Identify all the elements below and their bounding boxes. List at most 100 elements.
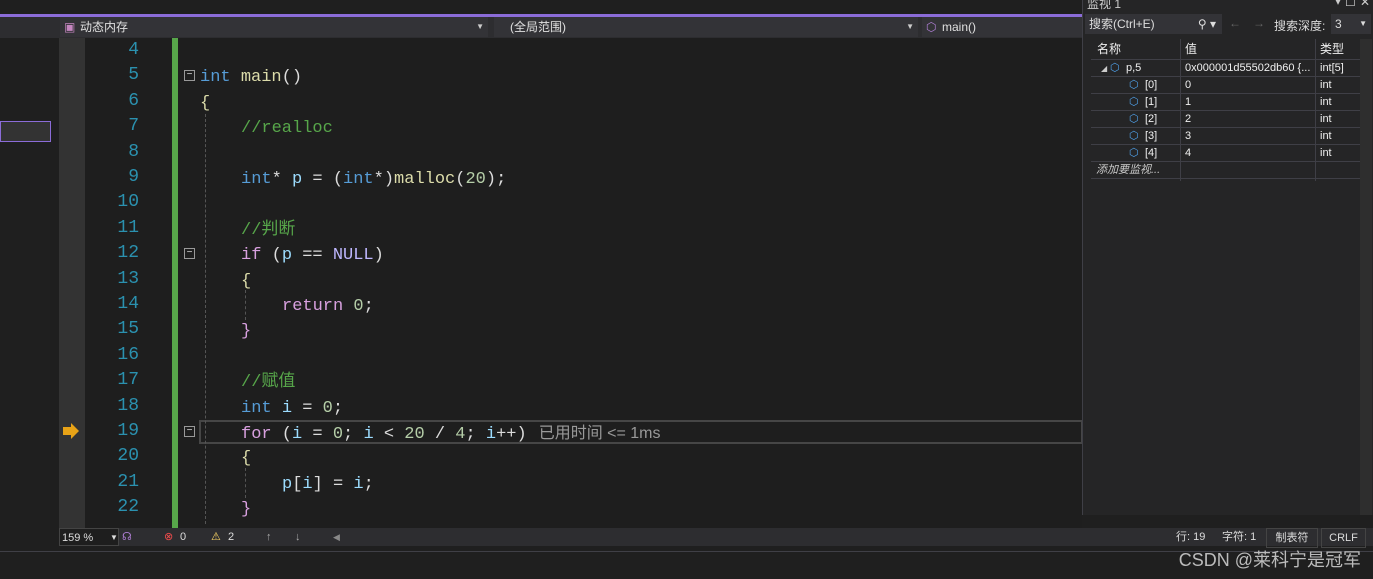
line-indicator[interactable]: 行: 19 xyxy=(1176,528,1205,546)
search-placeholder: 搜索(Ctrl+E) xyxy=(1089,17,1155,31)
collapse-icon[interactable]: − xyxy=(184,426,195,437)
code-line: return 0; xyxy=(282,294,374,319)
add-watch-row[interactable]: 添加要监视... xyxy=(1091,162,1361,179)
warning-icon[interactable]: ⚠ xyxy=(211,528,221,546)
selected-item[interactable] xyxy=(0,121,51,142)
indent-guide xyxy=(245,290,246,320)
line-number: 18 xyxy=(117,395,139,416)
code-token: int xyxy=(241,170,272,189)
position-status: 行: 19 字符: 1 制表符 CRLF xyxy=(1141,528,1373,548)
code-token: i xyxy=(302,474,313,494)
code-token: p xyxy=(292,170,303,189)
watch-row[interactable]: ⬡ [4] 4 int xyxy=(1091,145,1361,162)
close-icon[interactable]: ✕ xyxy=(1360,0,1370,9)
line-number: 14 xyxy=(117,294,139,314)
warning-count[interactable]: 2 xyxy=(228,528,234,546)
code-token: p xyxy=(281,246,293,266)
code-token: int xyxy=(343,170,374,189)
watch-type: int xyxy=(1320,79,1332,91)
line-number: 7 xyxy=(128,116,139,137)
code-token: ; xyxy=(363,474,374,494)
line-number: 11 xyxy=(117,217,139,238)
expand-triangle-icon[interactable]: ◢ xyxy=(1101,60,1107,77)
column-header-value[interactable]: 值 xyxy=(1185,39,1197,60)
code-token: return xyxy=(282,297,344,316)
back-arrow-icon[interactable]: ← xyxy=(1229,16,1241,30)
code-token: //判断 xyxy=(241,220,296,240)
forward-arrow-icon[interactable]: → xyxy=(1253,16,1265,30)
code-token: { xyxy=(241,449,252,469)
chevron-down-icon: ▼ xyxy=(906,22,914,31)
function-label: main() xyxy=(942,20,977,34)
eol-indicator[interactable]: CRLF xyxy=(1321,528,1366,548)
code-token: p xyxy=(282,474,293,494)
code-token: } xyxy=(241,322,252,342)
arrow-up-icon[interactable]: ↑ xyxy=(266,528,272,546)
code-token: main xyxy=(240,68,282,88)
file-scope-label: 动态内存 xyxy=(80,20,129,34)
line-number: 10 xyxy=(117,192,139,213)
watch-row[interactable]: ⬡ [3] 3 int xyxy=(1091,128,1361,145)
search-icon[interactable]: ⚲ ▾ xyxy=(1198,14,1216,34)
line-numbers: 4 5 6 7 8 9 10 11 12 13 14 15 16 17 18 19 20 21 22 xyxy=(85,38,173,528)
column-header-type[interactable]: 类型 xyxy=(1320,39,1344,60)
code-token: * xyxy=(271,170,293,189)
dropdown-icon[interactable]: ▾ xyxy=(1335,0,1341,8)
project-icon: ▣ xyxy=(64,20,76,34)
code-token: ; xyxy=(363,297,374,316)
code-token: int xyxy=(200,68,231,88)
variable-icon: ⬡ xyxy=(1129,130,1139,142)
variable-icon: ⬡ xyxy=(1110,62,1120,74)
code-token: [ xyxy=(292,474,303,494)
column-divider xyxy=(1180,39,1181,181)
watch-value[interactable]: 4 xyxy=(1185,145,1191,162)
watch-scrollbar[interactable] xyxy=(1360,39,1372,515)
watch-value[interactable]: 3 xyxy=(1185,128,1191,145)
char-indicator[interactable]: 字符: 1 xyxy=(1222,528,1256,546)
zoom-dropdown[interactable]: 159 % ▼ xyxy=(59,528,119,546)
search-input[interactable]: 搜索(Ctrl+E) ⚲ ▾ xyxy=(1085,14,1222,34)
watch-row[interactable]: ⬡ [0] 0 int xyxy=(1091,77,1361,94)
add-watch-placeholder[interactable]: 添加要监视... xyxy=(1096,162,1160,179)
error-icon[interactable]: ⊗ xyxy=(164,528,173,546)
code-editor[interactable]: int main(){//realloc int* p = (int*)mallo… xyxy=(178,38,1082,528)
code-token: = ( xyxy=(302,170,344,189)
line-number: 15 xyxy=(117,319,139,340)
watch-value[interactable]: 0x000001d55502db60 {... xyxy=(1185,60,1310,77)
editor-status-bar: 159 %▼ ☊ ⊗0 ⚠2 ↑ ↓ ◀ ▶ xyxy=(59,528,1148,546)
global-scope-dropdown[interactable]: (全局范围) ▼ xyxy=(494,17,918,37)
current-line-highlight xyxy=(199,420,1083,444)
maximize-icon[interactable]: ☐ xyxy=(1345,0,1356,9)
column-header-name[interactable]: 名称 xyxy=(1097,39,1121,60)
arrow-down-icon[interactable]: ↓ xyxy=(295,528,301,546)
watch-row[interactable]: ⬡ [2] 2 int xyxy=(1091,111,1361,128)
intellicode-icon[interactable]: ☊ xyxy=(122,528,132,546)
line-number: 22 xyxy=(117,497,139,518)
code-line: { xyxy=(200,91,210,116)
header-row: 名称 值 类型 xyxy=(1091,39,1361,60)
watch-value[interactable]: 0 xyxy=(1185,77,1191,94)
tabs-indicator[interactable]: 制表符 xyxy=(1266,528,1318,548)
watch-type: int xyxy=(1320,147,1332,159)
code-token: //赋值 xyxy=(241,373,296,393)
watch-value[interactable]: 2 xyxy=(1185,111,1191,128)
code-token: i xyxy=(353,474,364,494)
depth-dropdown[interactable]: 3 ▼ xyxy=(1331,14,1371,34)
zoom-value: 159 % xyxy=(62,532,94,544)
watch-value[interactable]: 1 xyxy=(1185,94,1191,111)
file-scope-dropdown[interactable]: ▣ 动态内存 ▼ xyxy=(60,17,488,37)
code-token: () xyxy=(281,68,303,88)
watch-row[interactable]: ◢ ⬡ p,5 0x000001d55502db60 {... int[5] xyxy=(1091,60,1361,77)
chevron-down-icon: ▼ xyxy=(1359,19,1367,28)
scroll-left-icon[interactable]: ◀ xyxy=(333,528,340,546)
indent-guide xyxy=(245,468,246,498)
collapse-icon[interactable]: − xyxy=(184,70,195,81)
function-dropdown[interactable]: ⬡ main() xyxy=(922,17,1082,37)
error-count[interactable]: 0 xyxy=(180,528,186,546)
watch-type: int xyxy=(1320,113,1332,125)
watch-row[interactable]: ⬡ [1] 1 int xyxy=(1091,94,1361,111)
code-line: //realloc xyxy=(241,116,333,141)
watch-panel: 监视 1 ▾ ☐ ✕ 搜索(Ctrl+E) ⚲ ▾ ← → 搜索深度: 3 ▼ 名称… xyxy=(1082,0,1373,515)
collapse-icon[interactable]: − xyxy=(184,248,195,259)
